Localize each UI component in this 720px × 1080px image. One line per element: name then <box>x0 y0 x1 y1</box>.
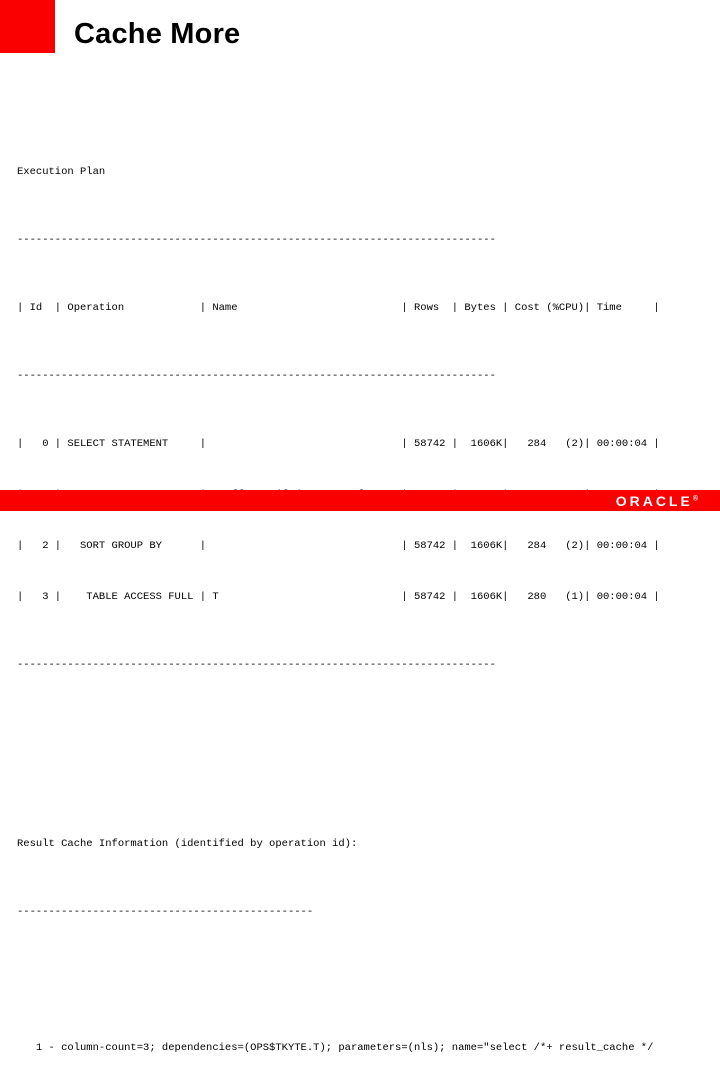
oracle-logo: ORACLE® <box>616 493 698 509</box>
accent-corner-block <box>0 0 55 53</box>
result-cache-rule: ----------------------------------------… <box>17 906 314 918</box>
oracle-logo-text: ORACLE <box>615 493 693 509</box>
execution-plan-heading: Execution Plan <box>17 166 106 178</box>
spacer-after-plan <box>17 725 707 742</box>
plan-row-3: | 3 | TABLE ACCESS FULL | T | 58742 | 16… <box>17 591 660 603</box>
slide: Cache More Execution Plan --------------… <box>0 0 720 1054</box>
plan-row-0: | 0 | SELECT STATEMENT | | 58742 | 1606K… <box>17 438 660 450</box>
plan-rule-bottom: ----------------------------------------… <box>17 659 496 671</box>
registered-trademark-icon: ® <box>692 495 698 503</box>
plan-rule-mid: ----------------------------------------… <box>17 370 496 382</box>
plan-header-row: | Id | Operation | Name | Rows | Bytes |… <box>17 302 660 314</box>
result-cache-detail: 1 - column-count=3; dependencies=(OPS$TK… <box>17 1042 654 1054</box>
footer-bar <box>0 490 720 511</box>
plan-row-2: | 2 | SORT GROUP BY | | 58742 | 1606K| 2… <box>17 540 660 552</box>
spacer-after-cache-rule <box>17 972 707 989</box>
execution-plan-console: Execution Plan -------------------------… <box>17 113 707 1080</box>
result-cache-heading: Result Cache Information (identified by … <box>17 838 358 850</box>
page-title: Cache More <box>74 18 241 50</box>
plan-rule-top: ----------------------------------------… <box>17 234 496 246</box>
spacer-after-plan-2 <box>17 776 707 785</box>
